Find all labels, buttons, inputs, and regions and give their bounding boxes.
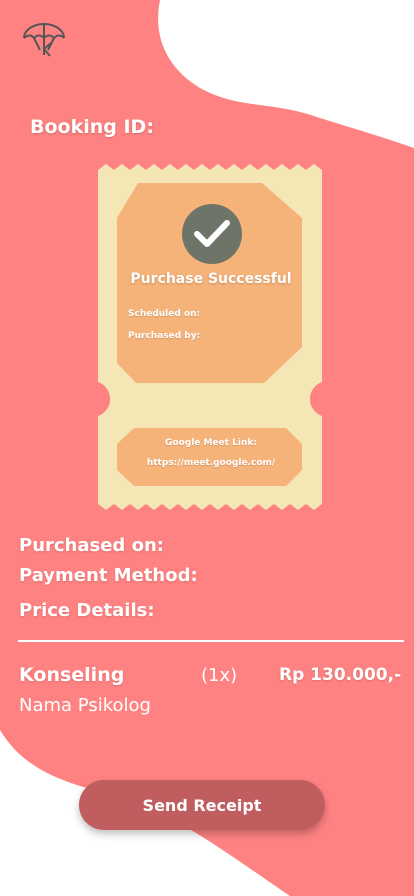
item-quantity: (1x) — [201, 665, 238, 686]
purchased-by-label: Purchased by: — [128, 331, 201, 341]
meet-link-label: Google Meet Link: — [165, 438, 257, 448]
item-price: Rp 130.000,- — [279, 665, 402, 685]
umbrella-logo-icon[interactable] — [22, 22, 66, 58]
divider — [18, 640, 404, 642]
scheduled-label: Scheduled on: — [128, 309, 201, 319]
send-receipt-label: Send Receipt — [142, 795, 262, 815]
ticket-lower-panel — [117, 428, 302, 486]
success-check-icon — [182, 204, 242, 264]
booking-id-label: Booking ID: — [30, 116, 154, 138]
send-receipt-button[interactable]: Send Receipt — [79, 780, 325, 830]
purchase-status-title: Purchase Successful — [130, 271, 292, 287]
purchased-on-label: Purchased on: — [19, 535, 164, 556]
item-name: Konseling — [19, 664, 125, 686]
psychologist-name: Nama Psikolog — [19, 695, 151, 716]
meet-link-url[interactable]: https://meet.google.com/ — [118, 458, 304, 468]
price-details-label: Price Details: — [19, 600, 155, 621]
payment-method-label: Payment Method: — [19, 565, 198, 586]
